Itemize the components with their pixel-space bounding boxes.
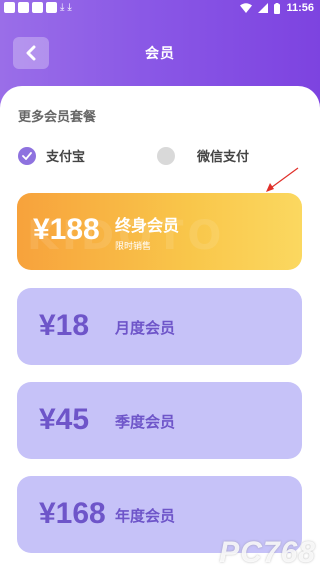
payment-option-label: 微信支付 — [197, 150, 250, 165]
notification-icon — [18, 2, 29, 13]
plan-price: ¥188 — [33, 213, 100, 246]
radio-checked-icon[interactable] — [18, 146, 36, 165]
payment-option-wechat[interactable]: 微信支付 — [157, 146, 249, 165]
radio-unchecked-icon[interactable] — [157, 146, 175, 165]
plan-price: ¥168 — [39, 497, 106, 530]
wifi-icon — [240, 3, 253, 13]
page-title: 会员 — [145, 46, 175, 62]
checkmark-icon — [22, 151, 32, 160]
notification-icon — [32, 2, 43, 13]
download-icon: ⤓ — [67, 2, 72, 13]
clock: 11:56 — [286, 2, 314, 14]
plan-name: 月度会员 — [115, 319, 176, 337]
site-watermark-logo: PC768 — [219, 536, 316, 569]
payment-option-alipay[interactable]: 支付宝 — [18, 146, 85, 165]
plan-name: 年度会员 — [115, 507, 176, 525]
plan-name: 终身会员 — [115, 216, 180, 235]
download-icon: ⤓ — [60, 2, 65, 13]
notification-icon — [4, 2, 15, 13]
notification-icon — [46, 2, 57, 13]
annotation-arrow-icon — [266, 167, 299, 192]
signal-icon — [258, 3, 269, 13]
status-indicators: 11:56 — [240, 2, 314, 14]
battery-icon — [274, 2, 281, 14]
status-bar: ⤓ ⤓ 11:56 — [0, 0, 320, 18]
plan-subtitle: 限时销售 — [115, 242, 152, 252]
plan-card-monthly[interactable]: ¥18 月度会员 — [17, 288, 302, 365]
status-notifications: ⤓ ⤓ — [4, 2, 72, 13]
payment-option-label: 支付宝 — [46, 150, 86, 165]
plan-price: ¥45 — [39, 403, 90, 436]
plan-price: ¥18 — [39, 309, 90, 342]
plan-card-lifetime[interactable]: KIDOTO ¥188 终身会员 限时销售 — [17, 193, 302, 270]
plan-name: 季度会员 — [115, 413, 176, 431]
section-title: 更多会员套餐 — [18, 110, 97, 125]
plan-card-quarterly[interactable]: ¥45 季度会员 — [17, 382, 302, 459]
